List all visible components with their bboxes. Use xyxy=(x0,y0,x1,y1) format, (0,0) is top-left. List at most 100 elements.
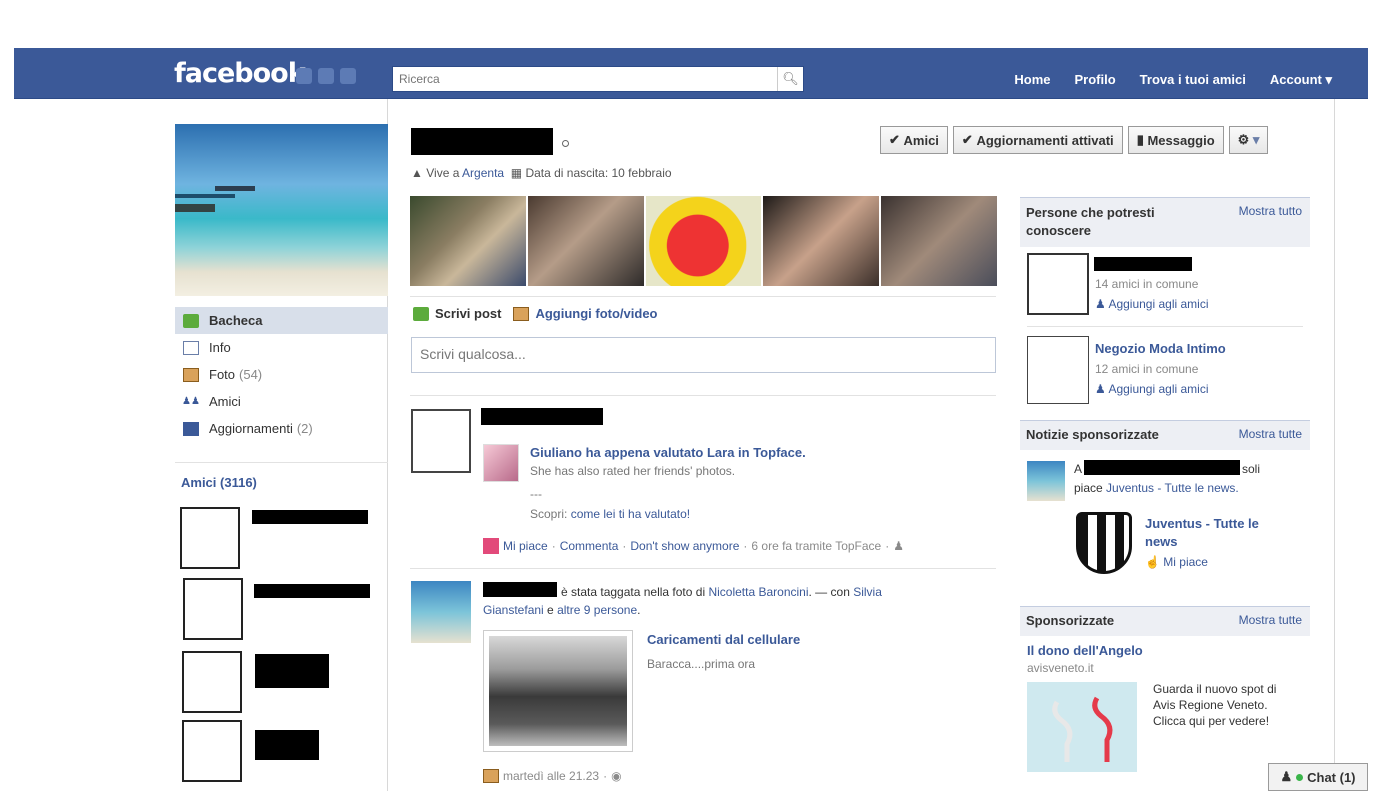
redacted-name xyxy=(252,510,368,524)
friend-avatar[interactable] xyxy=(183,578,243,640)
friends-heading[interactable]: Amici (3116) xyxy=(181,475,257,490)
left-nav-friends[interactable]: ♟♟ Amici xyxy=(175,388,388,415)
friend-avatar[interactable] xyxy=(182,720,242,782)
like-link[interactable]: Mi piace xyxy=(503,539,548,553)
gear-icon: ⚙ xyxy=(1237,132,1250,147)
album-title[interactable]: Caricamenti dal cellulare xyxy=(647,632,800,647)
birth-date: 10 febbraio xyxy=(611,166,672,180)
chat-button[interactable]: ♟ Chat (1) xyxy=(1268,763,1368,791)
poster-avatar[interactable] xyxy=(411,581,471,643)
tag-story-text: è stata taggata nella foto di Nicoletta … xyxy=(561,583,911,601)
photo-table[interactable] xyxy=(881,196,997,286)
friend-requests-icon[interactable] xyxy=(296,68,312,84)
add-friend-icon: ♟ xyxy=(1095,297,1106,311)
profile-picture[interactable] xyxy=(175,124,388,296)
nav-profile[interactable]: Profilo xyxy=(1074,72,1115,88)
ad-text: Guarda il nuovo spot di Avis Regione Ven… xyxy=(1153,682,1277,728)
tagged-photo[interactable] xyxy=(483,630,633,752)
left-nav-info[interactable]: Info xyxy=(175,334,388,361)
left-nav-photos[interactable]: Foto (54) xyxy=(175,361,388,388)
friends-button[interactable]: ✔ Amici xyxy=(880,126,948,154)
news-text-a: A xyxy=(1074,462,1083,476)
people-show-all-link[interactable]: Mostra tutto xyxy=(1239,204,1302,218)
friends-icon: ♟♟ xyxy=(182,396,200,407)
poster-avatar[interactable] xyxy=(411,409,471,473)
add-friend-link[interactable]: ♟ Aggiungi agli amici xyxy=(1095,297,1209,311)
photo-icon xyxy=(483,769,499,783)
left-nav-updates[interactable]: Aggiornamenti (2) xyxy=(175,415,388,442)
news-text-b: soli xyxy=(1242,462,1261,476)
hide-link[interactable]: Don't show anymore xyxy=(630,539,739,553)
status-input[interactable]: Scrivi qualcosa... xyxy=(411,337,996,373)
settings-button[interactable]: ⚙ ▾ xyxy=(1228,126,1269,154)
redacted-name xyxy=(255,730,319,760)
photos-icon xyxy=(183,367,199,382)
others-link[interactable]: altre 9 persone xyxy=(557,603,637,617)
add-media-tab[interactable]: Aggiungi foto/video xyxy=(513,306,658,321)
ad-url[interactable]: avisveneto.it xyxy=(1027,661,1094,675)
friend-avatar[interactable] xyxy=(182,651,242,713)
sponsored-show-all[interactable]: Mostra tutte xyxy=(1239,613,1302,627)
photo-sun-logo[interactable] xyxy=(645,196,762,286)
globe-icon: ◉ xyxy=(611,769,622,783)
app-thumbnail[interactable] xyxy=(483,444,519,482)
sponsored-news-header: Notizie sponsorizzate Mostra tutte xyxy=(1020,420,1310,450)
sponsored-page-name[interactable]: Juventus - Tutte le news xyxy=(1145,515,1285,551)
message-button[interactable]: ▮ Messaggio xyxy=(1127,126,1224,154)
nav-account[interactable]: Account ▾ xyxy=(1270,72,1332,88)
redacted-profile-name xyxy=(411,128,553,155)
news-text-line2: piace Juventus - Tutte le news. xyxy=(1074,481,1239,495)
top-margin xyxy=(0,0,1378,48)
write-post-tab[interactable]: Scrivi post xyxy=(413,306,501,321)
friends-button-label: Amici xyxy=(903,132,939,148)
ad-title[interactable]: Il dono dell'Angelo xyxy=(1027,643,1143,658)
page-like-link[interactable]: ☝ Mi piace xyxy=(1145,555,1208,569)
discover-link[interactable]: come lei ti ha valutato! xyxy=(571,507,690,521)
comment-link[interactable]: Commenta xyxy=(560,539,619,553)
notifications-globe-icon[interactable] xyxy=(340,68,356,84)
page-link[interactable]: Juventus - Tutte le news. xyxy=(1106,481,1239,495)
tag-with-last[interactable]: Gianstefani xyxy=(483,603,544,617)
friend-avatar[interactable] xyxy=(180,507,240,569)
notification-jewels xyxy=(296,68,356,84)
location-icon: ▲ xyxy=(411,166,423,180)
check-icon: ✔ xyxy=(889,132,904,147)
juventus-logo[interactable] xyxy=(1076,512,1132,574)
add-friend-link[interactable]: ♟ Aggiungi agli amici xyxy=(1095,382,1209,396)
news-story-avatar[interactable] xyxy=(1027,461,1065,501)
profile-actions: ✔ Amici ✔ Aggiornamenti attivati ▮ Messa… xyxy=(880,126,1269,154)
news-text-c: piace xyxy=(1074,481,1103,495)
nav-home[interactable]: Home xyxy=(1014,72,1050,88)
sponsored-news-show-all[interactable]: Mostra tutte xyxy=(1239,427,1302,441)
tag-text-b: . — con xyxy=(808,585,850,599)
photo-dinner[interactable] xyxy=(527,196,644,286)
photo-group[interactable] xyxy=(410,196,526,286)
tag-with-first[interactable]: Silvia xyxy=(853,585,882,599)
tag-text-c: e xyxy=(547,603,554,617)
suggestion-name[interactable]: Negozio Moda Intimo xyxy=(1095,341,1226,356)
app-story-dashes: --- xyxy=(530,487,542,501)
city-link[interactable]: Argenta xyxy=(462,166,504,180)
album-subtitle: Baracca....prima ora xyxy=(647,657,756,671)
speech-bubble-icon xyxy=(413,306,429,321)
photo-woman[interactable] xyxy=(763,196,880,286)
updates-count: (2) xyxy=(296,421,313,436)
ad-image-flamingos[interactable] xyxy=(1027,682,1137,772)
tagger-link[interactable]: Nicoletta Baroncini xyxy=(708,585,808,599)
sponsored-title: Sponsorizzate xyxy=(1026,613,1115,628)
suggestion-avatar[interactable] xyxy=(1027,253,1089,315)
top-bar: facebook 🔍︎ Home Profilo Trova i tuoi am… xyxy=(14,48,1368,99)
messages-icon[interactable] xyxy=(318,68,334,84)
add-media-label: Aggiungi foto/video xyxy=(535,306,658,321)
add-friend-label: Aggiungi agli amici xyxy=(1108,297,1209,311)
left-nav-wall[interactable]: Bacheca xyxy=(175,307,388,334)
search-icon[interactable]: 🔍︎ xyxy=(777,67,803,91)
search-input[interactable] xyxy=(393,67,777,91)
nav-find-friends[interactable]: Trova i tuoi amici xyxy=(1140,72,1246,88)
updates-button[interactable]: ✔ Aggiornamenti attivati xyxy=(952,126,1123,154)
facebook-logo[interactable]: facebook xyxy=(174,58,306,89)
left-nav-label: Foto xyxy=(209,367,236,382)
app-story-title[interactable]: Giuliano ha appena valutato Lara in Topf… xyxy=(530,445,806,460)
app-icon xyxy=(483,538,499,554)
suggestion-avatar[interactable] xyxy=(1027,336,1089,404)
